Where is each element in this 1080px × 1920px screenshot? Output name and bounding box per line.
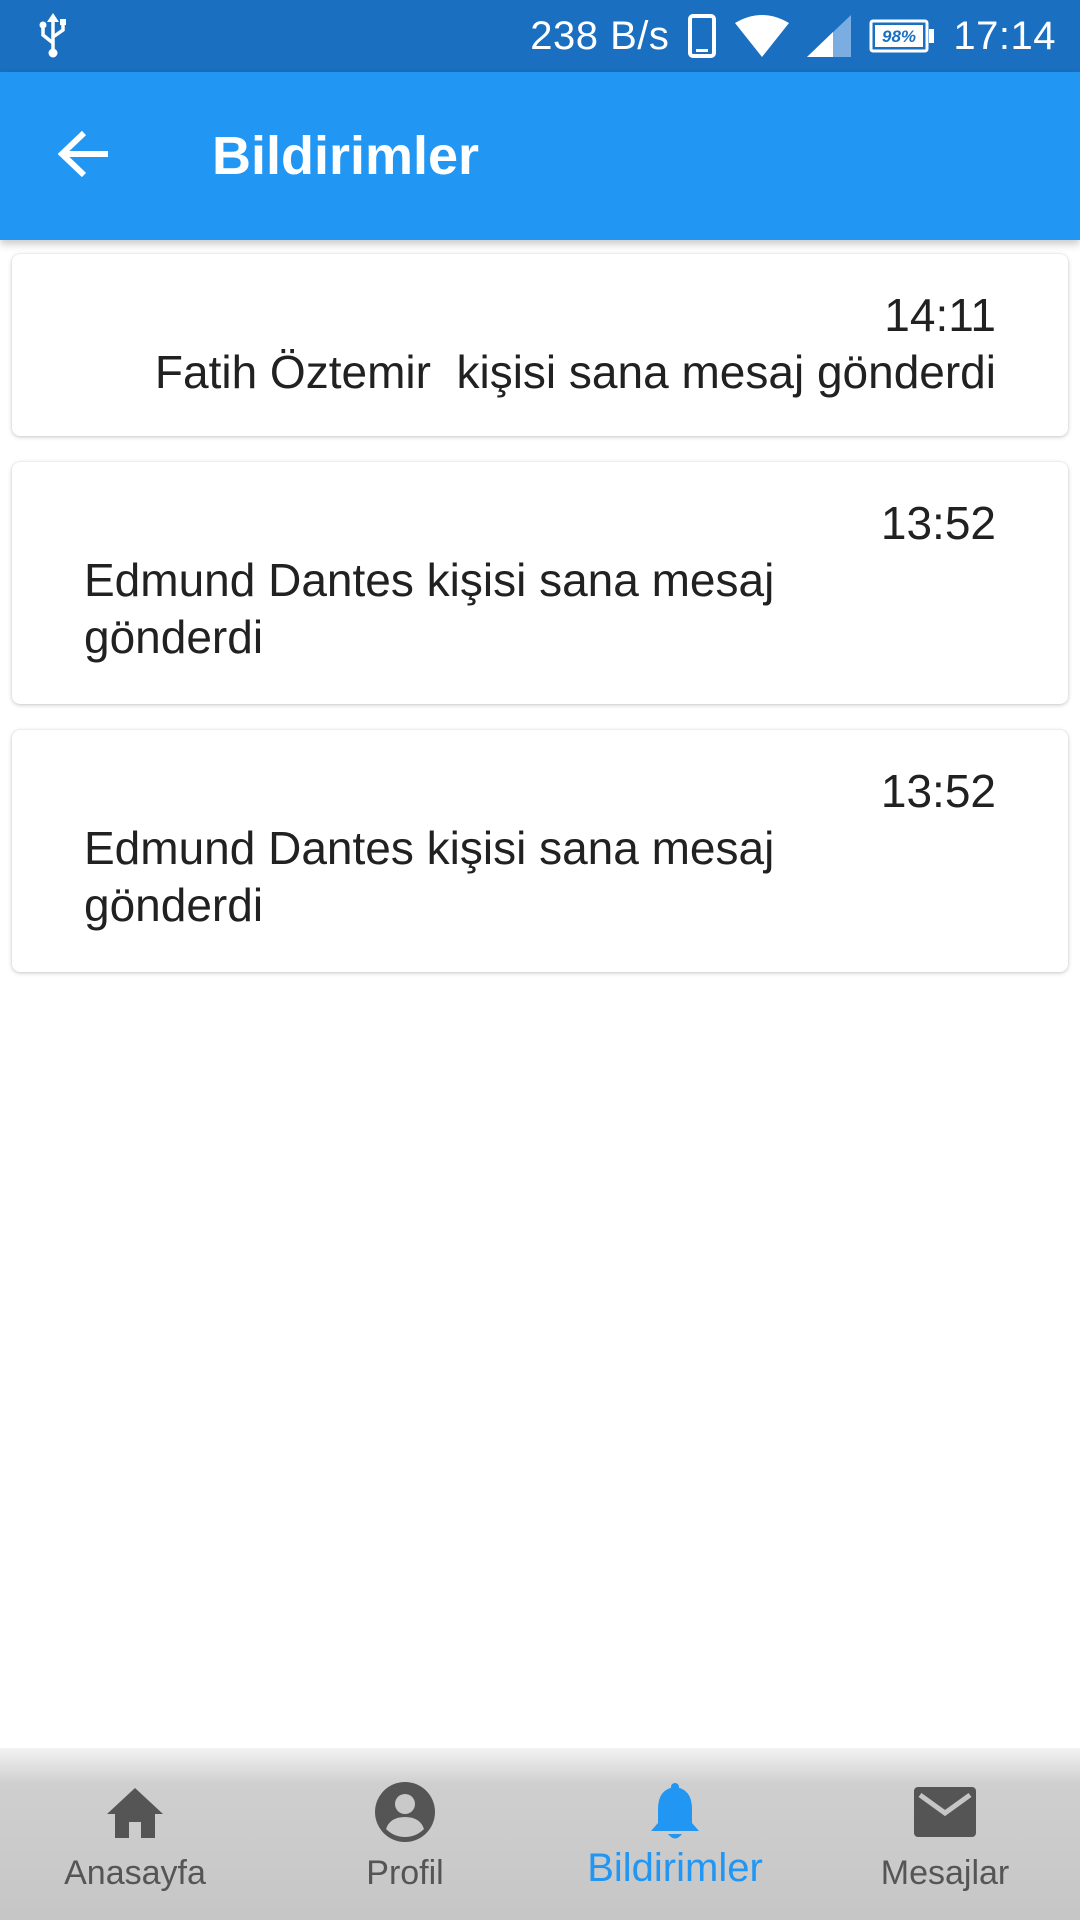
notification-time: 13:52 <box>880 497 996 549</box>
page-title: Bildirimler <box>212 126 480 186</box>
notification-time: 13:52 <box>880 765 996 817</box>
notification-card[interactable]: 13:52 Edmund Dantes kişisi sana mesaj gö… <box>12 730 1068 972</box>
arrow-back-icon <box>57 130 110 183</box>
notification-message: Edmund Dantes kişisi sana mesaj gönderdi <box>84 822 775 931</box>
battery-icon: 98% <box>869 19 935 53</box>
notification-time: 14:11 <box>884 289 996 341</box>
account-circle-icon <box>373 1780 437 1844</box>
app-bar: Bildirimler <box>0 72 1080 240</box>
nav-label: Profil <box>366 1854 444 1892</box>
signal-icon <box>807 15 852 57</box>
mail-icon <box>913 1780 977 1844</box>
notification-message: Edmund Dantes kişisi sana mesaj gönderdi <box>84 554 775 663</box>
home-icon <box>103 1780 167 1844</box>
notification-message: Fatih Öztemir kişisi sana mesaj gönderdi <box>154 346 996 398</box>
nav-item-home[interactable]: Anasayfa <box>0 1748 270 1920</box>
bell-icon <box>643 1780 707 1844</box>
notification-card[interactable]: 13:52 Edmund Dantes kişisi sana mesaj gö… <box>12 462 1068 704</box>
nav-label: Mesajlar <box>880 1854 1010 1892</box>
battery-level: 98% <box>882 27 916 46</box>
back-button[interactable] <box>36 108 132 204</box>
nav-label: Bildirimler <box>587 1846 763 1890</box>
nav-item-profile[interactable]: Profil <box>270 1748 540 1920</box>
usb-icon <box>36 13 70 59</box>
wifi-icon <box>735 15 790 57</box>
phone-icon <box>687 13 717 59</box>
notification-list: 14:11 Fatih Öztemir kişisi sana mesaj gö… <box>12 254 1068 998</box>
network-speed: 238 B/s <box>530 13 670 58</box>
nav-item-messages[interactable]: Mesajlar <box>810 1748 1080 1920</box>
notification-card[interactable]: 14:11 Fatih Öztemir kişisi sana mesaj gö… <box>12 254 1068 436</box>
bottom-navigation: Anasayfa Profil Bildirimler Mesajlar <box>0 1748 1080 1920</box>
nav-label: Anasayfa <box>64 1854 206 1892</box>
notifications-screen: 238 B/s 98% 17:14 Bildirimler 14:11 Fati… <box>0 0 1080 1920</box>
clock: 17:14 <box>953 13 1056 58</box>
nav-item-notifications[interactable]: Bildirimler <box>540 1748 810 1920</box>
status-bar: 238 B/s 98% 17:14 <box>0 0 1080 72</box>
